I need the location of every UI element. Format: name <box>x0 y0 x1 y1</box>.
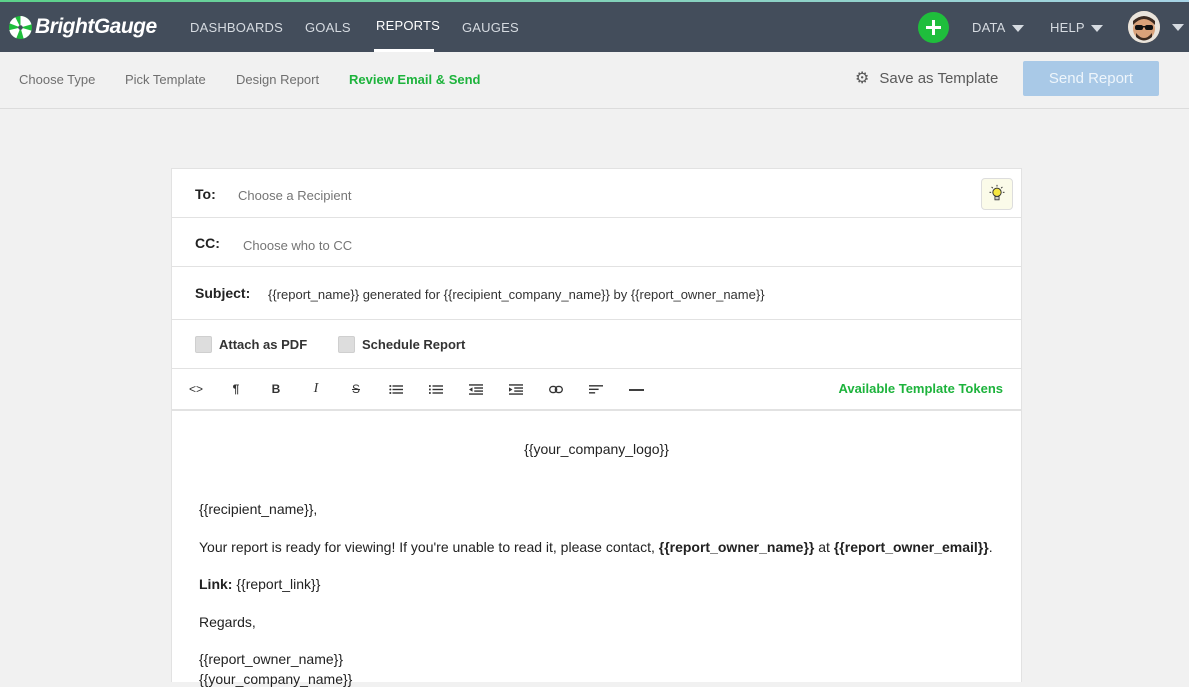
options-row: Attach as PDF Schedule Report <box>172 320 1021 369</box>
step-design-report[interactable]: Design Report <box>236 52 319 108</box>
avatar-face-icon <box>1128 11 1160 43</box>
numbered-list-icon[interactable] <box>426 369 446 409</box>
step-pick-template[interactable]: Pick Template <box>125 52 206 108</box>
step-choose-type[interactable]: Choose Type <box>19 52 95 108</box>
app-name: BrightGauge <box>35 15 157 38</box>
save-as-template-button[interactable]: ⚙ Save as Template <box>855 52 998 106</box>
paragraph-icon[interactable]: ¶ <box>226 369 246 409</box>
attach-pdf-checkbox[interactable] <box>195 336 212 353</box>
link-icon[interactable] <box>546 369 566 409</box>
chevron-down-icon <box>1011 25 1024 33</box>
message-text: Your report is ready for viewing! If you… <box>199 539 659 555</box>
lightbulb-icon <box>989 184 1005 201</box>
recipient-input[interactable] <box>238 188 938 203</box>
link-line: Link: {{report_link}} <box>199 576 320 592</box>
cc-label: CC: <box>195 235 220 251</box>
company-logo-token: {{your_company_logo}} <box>524 441 669 457</box>
greeting-line: {{recipient_name}}, <box>199 501 318 517</box>
save-template-label: Save as Template <box>879 70 999 87</box>
attach-pdf-label[interactable]: Attach as PDF <box>219 337 307 352</box>
cc-input[interactable] <box>243 238 943 253</box>
bold-icon[interactable]: B <box>266 369 286 409</box>
schedule-report-checkbox[interactable] <box>338 336 355 353</box>
message-end: . <box>988 539 993 555</box>
italic-icon[interactable]: I <box>306 369 326 409</box>
editor-toolbar: <> ¶ B I S Available Template Tokens <box>172 369 1021 411</box>
to-label: To: <box>195 186 216 202</box>
cc-row: CC: <box>172 218 1021 267</box>
brightgauge-logo[interactable]: BrightGauge <box>8 12 157 42</box>
regards-line: Regards, <box>199 614 256 630</box>
report-steps-bar: Choose Type Pick Template Design Report … <box>0 52 1189 109</box>
nav-reports[interactable]: REPORTS <box>376 0 440 52</box>
nav-help-label: HELP <box>1050 20 1085 35</box>
step-review-email[interactable]: Review Email & Send <box>349 52 481 108</box>
to-row: To: <box>172 169 1021 218</box>
strikethrough-icon[interactable]: S <box>346 369 366 409</box>
outdent-icon[interactable] <box>466 369 486 409</box>
nav-gauges[interactable]: GAUGES <box>462 0 519 52</box>
owner-email-token: {{report_owner_email}} <box>833 539 989 555</box>
schedule-report-label[interactable]: Schedule Report <box>362 337 465 352</box>
signature-company: {{your_company_name}} <box>199 671 353 687</box>
send-report-button[interactable]: Send Report <box>1023 61 1159 96</box>
horizontal-rule-icon[interactable] <box>626 369 646 409</box>
bullet-list-icon[interactable] <box>386 369 406 409</box>
add-button[interactable] <box>918 12 949 43</box>
report-link-token: {{report_link}} <box>232 576 321 592</box>
user-avatar[interactable] <box>1128 11 1160 43</box>
nav-data-menu[interactable]: DATA <box>972 0 1024 52</box>
nav-data-label: DATA <box>972 20 1006 35</box>
message-line: Your report is ready for viewing! If you… <box>199 539 993 555</box>
gear-icon: ⚙ <box>855 70 870 87</box>
nav-help-menu[interactable]: HELP <box>1050 0 1103 52</box>
tips-button[interactable] <box>981 178 1013 210</box>
chevron-down-icon <box>1090 25 1103 33</box>
owner-name-token: {{report_owner_name}} <box>658 539 815 555</box>
message-at: at <box>814 539 834 555</box>
available-template-tokens-link[interactable]: Available Template Tokens <box>839 369 1003 409</box>
link-label: Link: <box>199 576 233 592</box>
code-view-icon[interactable]: <> <box>186 369 206 409</box>
indent-icon[interactable] <box>506 369 526 409</box>
subject-input[interactable]: {{report_name}} generated for {{recipien… <box>268 287 765 302</box>
signature-name: {{report_owner_name}} <box>199 651 343 667</box>
email-compose-card: To: CC: Subject: {{report_name}} generat… <box>171 168 1022 687</box>
nav-goals[interactable]: GOALS <box>305 0 351 52</box>
top-navbar: BrightGauge DASHBOARDS GOALS REPORTS GAU… <box>0 0 1189 52</box>
align-left-icon[interactable] <box>586 369 606 409</box>
nav-dashboards[interactable]: DASHBOARDS <box>190 0 283 52</box>
subject-row: Subject: {{report_name}} generated for {… <box>172 267 1021 320</box>
subject-label: Subject: <box>195 285 251 301</box>
avatar-chevron-down-icon[interactable] <box>1172 24 1184 31</box>
gauge-logo-icon <box>9 15 32 39</box>
